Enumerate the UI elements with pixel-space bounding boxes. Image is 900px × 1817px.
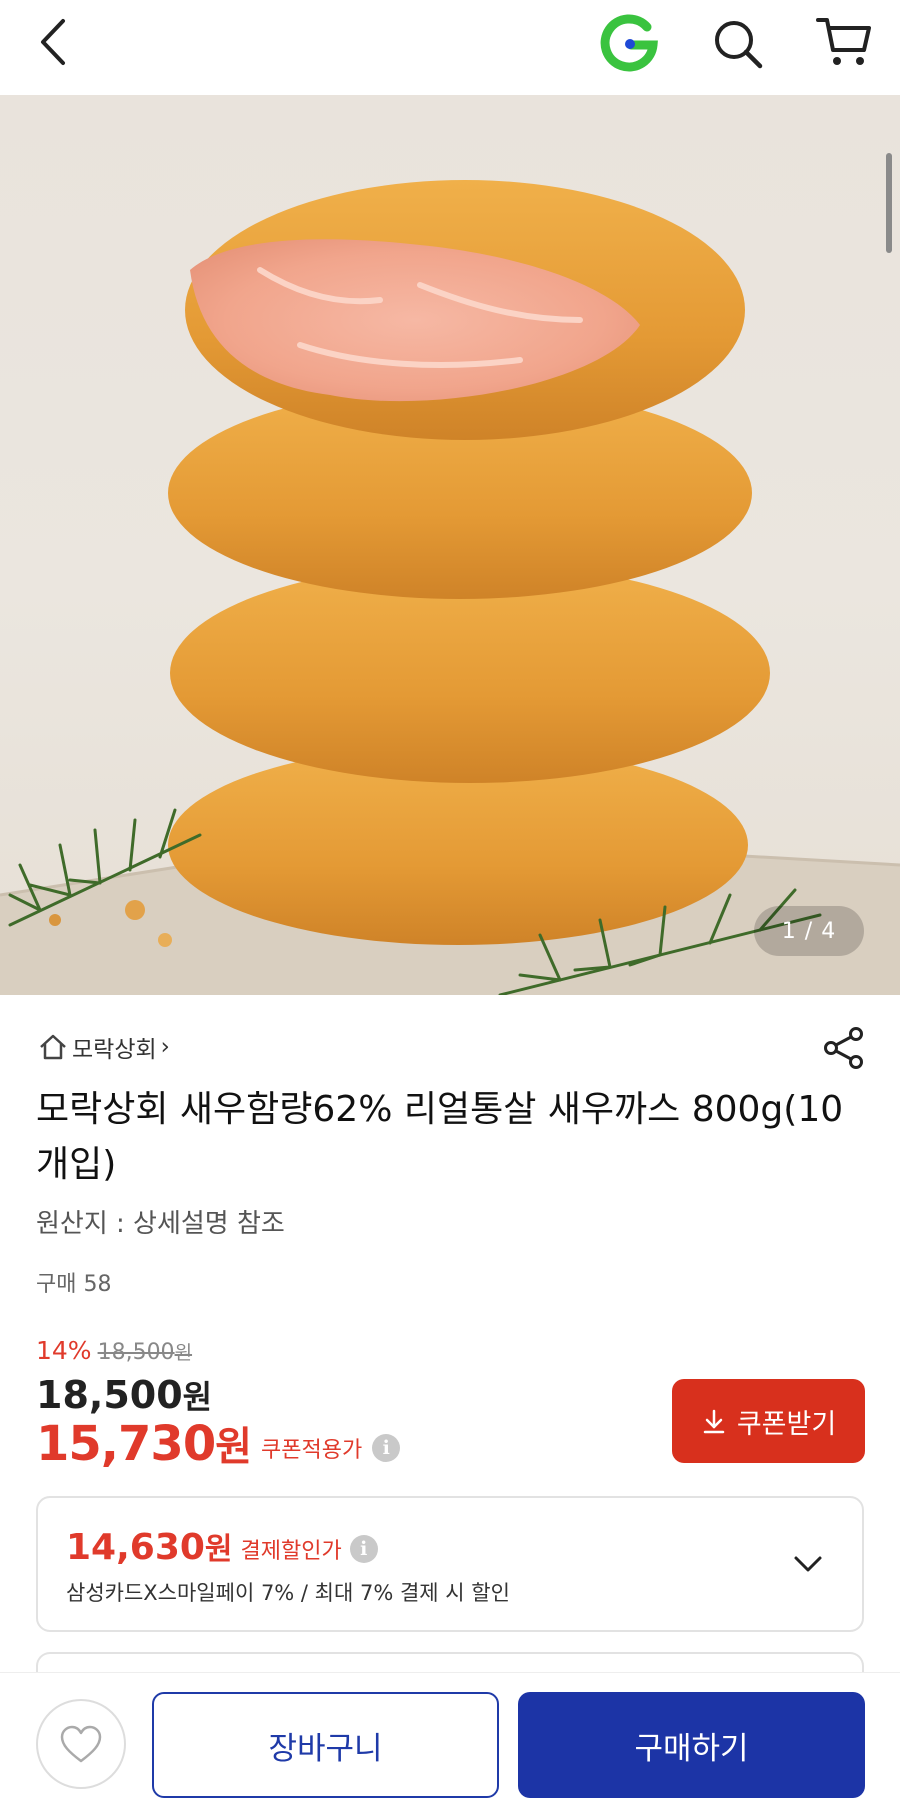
- payment-discount-box[interactable]: 14,630원 결제할인가 i 삼성카드X스마일페이 7% / 최대 7% 결제…: [36, 1496, 864, 1632]
- get-coupon-label: 쿠폰받기: [736, 1408, 837, 1440]
- payment-price-value: 14,630: [66, 1527, 205, 1568]
- cart-icon: [816, 18, 871, 65]
- share-icon: [824, 1027, 863, 1069]
- store-name: 모락상회: [72, 1037, 157, 1063]
- payment-price-row: 14,630원 결제할인가 i: [66, 1524, 378, 1568]
- payment-price-label: 결제할인가: [240, 1539, 342, 1564]
- coupon-info-icon[interactable]: i: [372, 1434, 401, 1462]
- page-scrollbar[interactable]: [886, 153, 892, 253]
- bottom-action-bar: 장바구니 구매하기: [0, 1672, 900, 1817]
- search-icon: [715, 21, 763, 69]
- sale-price-value: 18,500: [36, 1373, 183, 1417]
- image-counter: 1 / 4: [754, 906, 864, 956]
- share-button[interactable]: [818, 1022, 870, 1074]
- sale-price-unit: 원: [182, 1378, 213, 1416]
- wishlist-button[interactable]: [36, 1699, 126, 1789]
- download-arrow-icon: [703, 1409, 725, 1434]
- add-to-cart-button[interactable]: 장바구니: [152, 1692, 499, 1798]
- store-link[interactable]: 모락상회 ›: [38, 1030, 170, 1064]
- origin-info: 원산지 : 상세설명 참조: [36, 1209, 285, 1239]
- coupon-price-unit: 원: [215, 1424, 252, 1470]
- cart-button[interactable]: [812, 10, 876, 74]
- chevron-down-icon[interactable]: [790, 1546, 826, 1582]
- product-image-gallery[interactable]: [0, 95, 900, 995]
- top-header: [0, 0, 900, 95]
- back-button[interactable]: [28, 14, 78, 70]
- home-icon: [40, 1034, 66, 1060]
- gmarket-logo[interactable]: [598, 12, 660, 74]
- heart-icon: [60, 1725, 102, 1763]
- original-price: 18,500원: [98, 1338, 192, 1365]
- chevron-left-icon: [41, 19, 65, 65]
- coupon-price: 15,730원: [36, 1414, 252, 1472]
- coupon-price-value: 15,730: [36, 1416, 216, 1472]
- purchase-count: 구매 58: [36, 1272, 112, 1297]
- product-title: 모락상회 새우함량62% 리얼통살 새우까스 800g(10개입): [36, 1089, 844, 1185]
- payment-description: 삼성카드X스마일페이 7% / 최대 7% 결제 시 할인: [66, 1581, 510, 1605]
- search-button[interactable]: [706, 12, 770, 76]
- gmarket-g-logo-icon: [600, 14, 658, 72]
- original-price-value: 18,500: [97, 1340, 175, 1365]
- payment-price-unit: 원: [204, 1532, 233, 1567]
- get-coupon-button[interactable]: 쿠폰받기: [672, 1379, 865, 1463]
- original-price-unit: 원: [174, 1342, 193, 1364]
- sale-price: 18,500원: [36, 1372, 212, 1418]
- store-arrow: ›: [160, 1034, 170, 1060]
- buy-now-button[interactable]: 구매하기: [518, 1692, 865, 1798]
- payment-price: 14,630원: [66, 1524, 233, 1568]
- coupon-price-label: 쿠폰적용가: [261, 1438, 363, 1463]
- coupon-price-row: 15,730원 쿠폰적용가 i: [36, 1414, 401, 1472]
- payment-info-icon[interactable]: i: [349, 1535, 378, 1563]
- discount-row: 14% 18,500원: [36, 1336, 192, 1365]
- product-photo: [0, 180, 900, 995]
- product-page: 1 / 4 모락상회 › 모락상회 새우함량62% 리얼통살 새우까스 800g…: [0, 0, 900, 1817]
- discount-rate: 14%: [36, 1336, 92, 1365]
